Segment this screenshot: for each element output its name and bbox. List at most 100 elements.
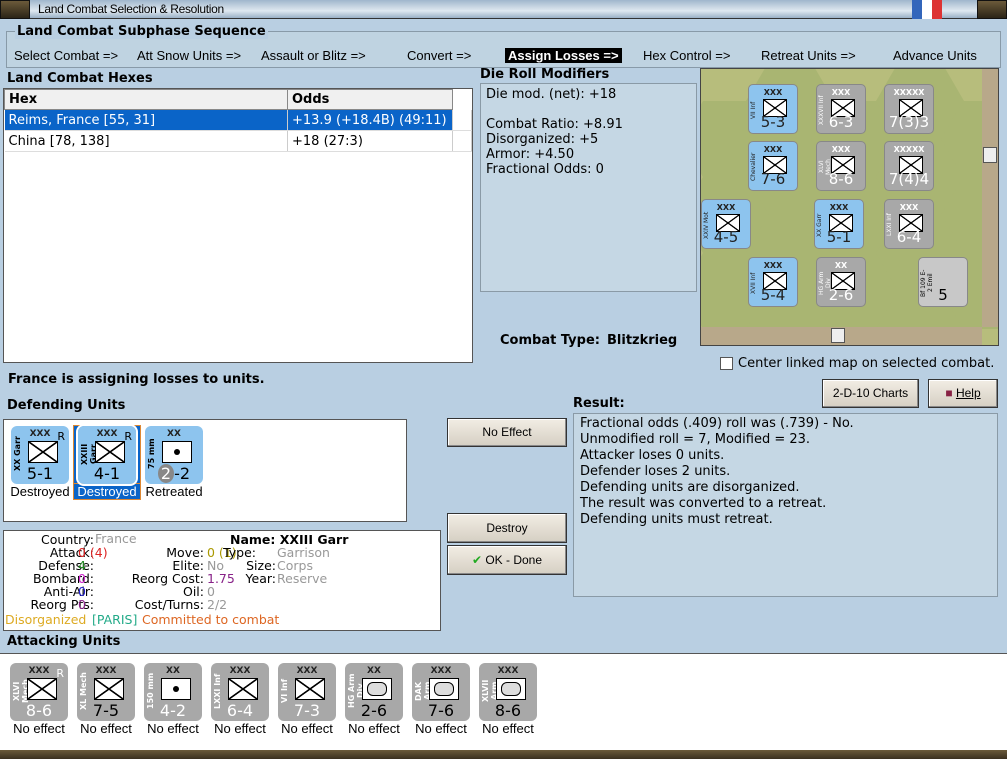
- artillery-symbol-icon: [162, 441, 192, 463]
- counter-name: XX Garr: [816, 213, 823, 237]
- map-counter[interactable]: XXX 8-6 XLVI Mech: [816, 141, 866, 191]
- counter-name: XXIV Mot: [703, 211, 710, 239]
- help-label: Help: [955, 386, 981, 400]
- title-bar: Land Combat Selection & Resolution: [0, 0, 1007, 19]
- combat-type-value: Blitzkrieg: [607, 333, 678, 348]
- unit-strength: 7-3: [293, 701, 321, 720]
- map-counter[interactable]: XXX 6-3 XXXVII Inf: [816, 84, 866, 134]
- unit-counter[interactable]: XX HG Arm Div 2-6: [345, 663, 403, 721]
- artillery-symbol-icon: [161, 678, 191, 700]
- attacking-unit[interactable]: XXX XLVII Arm 8-6 No effect: [475, 663, 541, 736]
- defending-unit[interactable]: XX 75 mm 2 -2 Retreated: [141, 426, 207, 499]
- vertical-scroll-thumb[interactable]: [983, 147, 997, 163]
- step-retreat-units: Retreat Units =>: [761, 48, 856, 63]
- counter-name: XXXVII Inf: [818, 95, 825, 125]
- result-line: Defending units must retreat.: [580, 512, 773, 527]
- unit-strength: 8-6: [25, 701, 53, 720]
- counter-name: Bf 109 E-2 Emil: [920, 269, 934, 297]
- map-horizontal-scrollbar[interactable]: [701, 327, 982, 345]
- close-button[interactable]: [977, 0, 1007, 19]
- defending-title: Defending Units: [7, 398, 126, 413]
- attacking-unit[interactable]: XXX LXXI Inf 6-4 No effect: [207, 663, 273, 736]
- result-line: The result was converted to a retreat.: [580, 496, 827, 511]
- charts-button[interactable]: 2-D-10 Charts: [822, 379, 919, 408]
- year-value: Reserve: [277, 571, 328, 586]
- ok-done-button[interactable]: ✔ OK - Done: [447, 545, 567, 575]
- step-select-combat: Select Combat =>: [14, 48, 119, 63]
- combat-map[interactable]: XXX 5-3 VII Inf XXX 6-3 XXXVII Inf XXXXX 7…: [700, 68, 999, 346]
- unit-strength: 4-2: [159, 701, 187, 720]
- map-vertical-scrollbar[interactable]: [982, 69, 998, 327]
- map-counter[interactable]: XXX 6-4 LXXI Inf: [884, 199, 934, 249]
- step-hex-control: Hex Control =>: [643, 48, 731, 63]
- attacking-unit[interactable]: XX 150 mm 4-2 No effect: [140, 663, 206, 736]
- window-title: Land Combat Selection & Resolution: [38, 2, 224, 16]
- unit-result: No effect: [415, 721, 467, 736]
- reserve-marker: R: [57, 430, 65, 443]
- infantry-symbol-icon: [27, 678, 57, 700]
- infantry-symbol-icon: [28, 441, 58, 463]
- attacking-unit[interactable]: XXX VI Inf 7-3 No effect: [274, 663, 340, 736]
- unit-counter[interactable]: XXX LXXI Inf 6-4: [211, 663, 269, 721]
- map-counter[interactable]: XXXXX 7(4)4: [884, 141, 934, 191]
- die-roll-modifiers: Die mod. (net): +18 Combat Ratio: +8.91 …: [480, 83, 697, 292]
- destroy-button[interactable]: Destroy: [447, 513, 567, 543]
- column-hex[interactable]: Hex: [4, 89, 288, 110]
- attacking-unit[interactable]: XX HG Arm Div 2-6 No effect: [341, 663, 407, 736]
- unit-counter[interactable]: XXX XL Mech 7-5: [77, 663, 135, 721]
- committed-status: Committed to combat: [142, 612, 280, 627]
- unit-counter[interactable]: XX 75 mm 2 -2: [145, 426, 203, 484]
- cost-turns-value: 2/2: [207, 597, 228, 612]
- country-value: France: [95, 531, 137, 546]
- unit-counter[interactable]: XXX DAK Arm 7-6: [412, 663, 470, 721]
- map-counter[interactable]: XXX 5-4 XVII Inf: [748, 257, 798, 307]
- attacking-unit[interactable]: XXX DAK Arm 7-6 No effect: [408, 663, 474, 736]
- help-button[interactable]: ■ Help: [928, 379, 998, 408]
- bottom-bar: [0, 750, 1007, 759]
- attacking-unit[interactable]: XXX XL Mech 7-5 No effect: [73, 663, 139, 736]
- map-counter[interactable]: XXX 4-5 XXIV Mot: [701, 199, 751, 249]
- combat-ratio-line: Combat Ratio: +8.91: [486, 117, 623, 132]
- attacking-unit[interactable]: XXX XLVI Mech R 8-6 No effect: [6, 663, 72, 736]
- book-icon: ■: [945, 386, 956, 400]
- map-counter[interactable]: 5 Bf 109 E-2 Emil: [918, 257, 968, 307]
- step-assault-or-blitz: Assault or Blitz =>: [261, 48, 366, 63]
- unit-counter[interactable]: XXX XX Garr R 5-1: [11, 426, 69, 484]
- armor-symbol-icon: [496, 678, 526, 700]
- odds-cell: +18 (27:3): [287, 130, 453, 152]
- unit-result: No effect: [147, 721, 199, 736]
- counter-name: Chevalier: [750, 152, 757, 182]
- center-map-checkbox[interactable]: [720, 357, 733, 370]
- map-counter[interactable]: XXX 5-1 XX Garr: [814, 199, 864, 249]
- horizontal-scroll-thumb[interactable]: [831, 328, 845, 343]
- unit-counter[interactable]: XXX XLVII Arm 8-6: [479, 663, 537, 721]
- map-counter[interactable]: XX 2-6 HG Arm Div: [816, 257, 866, 307]
- no-effect-button[interactable]: No Effect: [447, 418, 567, 447]
- map-counter[interactable]: XXX 7-6 Chevalier: [748, 141, 798, 191]
- unit-attack: 2: [157, 464, 175, 483]
- table-row[interactable]: Reims, France [55, 31] +13.9 (+18.4B) (4…: [4, 109, 472, 131]
- defending-unit[interactable]: XXX XX Garr R 5-1 Destroyed: [7, 426, 73, 499]
- unit-counter[interactable]: XX 150 mm 4-2: [144, 663, 202, 721]
- unit-counter[interactable]: XXX VI Inf 7-3: [278, 663, 336, 721]
- combat-hexes-table: Hex Odds Reims, France [55, 31] +13.9 (+…: [3, 88, 473, 363]
- unit-result: Retreated: [145, 484, 203, 499]
- table-row[interactable]: China [78, 138] +18 (27:3): [4, 130, 472, 152]
- unit-counter[interactable]: XXX XXIII Garr R 4-1: [76, 424, 138, 486]
- attacking-title: Attacking Units: [7, 634, 121, 649]
- unit-strength: 2-6: [360, 701, 388, 720]
- unit-counter[interactable]: XXX XLVI Mech R 8-6: [10, 663, 68, 721]
- result-line: Defender loses 2 units.: [580, 464, 731, 479]
- checkmark-icon: ✔: [471, 553, 486, 567]
- unit-result: No effect: [281, 721, 333, 736]
- column-odds[interactable]: Odds: [287, 89, 453, 110]
- map-counter[interactable]: XXX 5-3 VII Inf: [748, 84, 798, 134]
- unit-strength: 7-5: [92, 701, 120, 720]
- infantry-symbol-icon: [95, 441, 125, 463]
- system-menu-button[interactable]: [0, 0, 30, 19]
- hex-cell: China [78, 138]: [4, 130, 288, 152]
- year-key: Year:: [245, 571, 276, 586]
- defending-unit[interactable]: XXX XXIII Garr R 4-1 Destroyed: [73, 424, 141, 500]
- map-counter[interactable]: XXXXX 7(3)3: [884, 84, 934, 134]
- counter-name: XLVI Mech: [818, 159, 832, 175]
